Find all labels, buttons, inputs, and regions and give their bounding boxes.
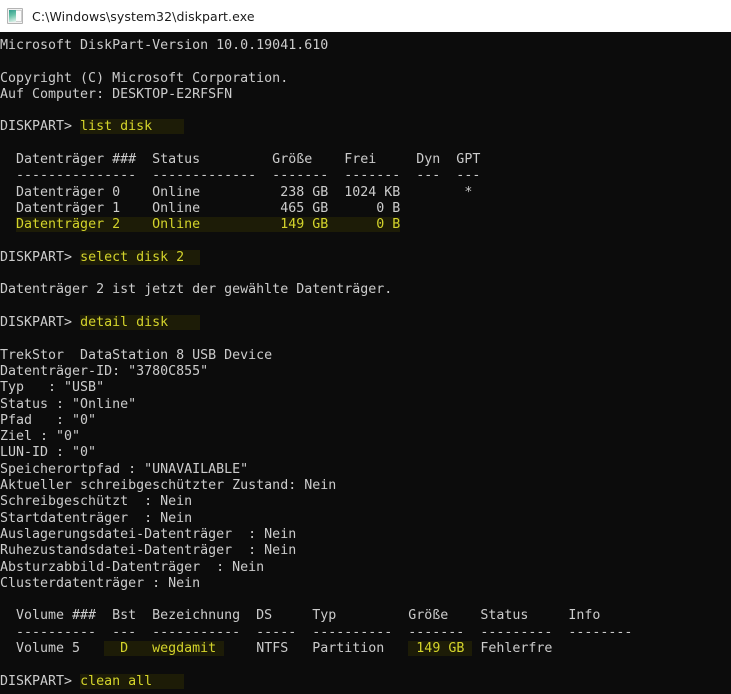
line-text: Volume ### Bst Bezeichnung DS Typ Größe … <box>0 608 601 624</box>
line-text: ---------- --- ----------- ----- -------… <box>0 624 633 640</box>
console-line-pfad: Pfad : "0" <box>0 413 731 429</box>
console-text-area: Microsoft DiskPart-Version 10.0.19041.61… <box>0 32 731 690</box>
console-line-startdt: Startdatenträger : Nein <box>0 511 731 527</box>
line-text: Pfad : "0" <box>0 412 97 428</box>
line-text: Datenträger ### Status Größe Frei Dyn GP… <box>0 152 481 168</box>
line-text: Auslagerungsdatei-Datenträger : Nein <box>0 526 297 542</box>
console-line-vol-row-5: Volume 5 D wegdamit NTFS Partition 149 G… <box>0 640 731 657</box>
console-line-disk-row-0: Datenträger 0 Online 238 GB 1024 KB * <box>0 185 731 201</box>
console-line-copyright: Copyright (C) Microsoft Corporation. <box>0 71 731 87</box>
line-text: Auf Computer: DESKTOP-E2RFSFN <box>0 86 233 102</box>
icon-pane-left <box>9 10 16 22</box>
volume-name: Volume 5 <box>0 640 105 656</box>
line-text: Microsoft DiskPart-Version 10.0.19041.61… <box>0 38 329 53</box>
line-text: TrekStor DataStation 8 USB Device <box>0 347 273 363</box>
line-text: --------------- ------------- ------- --… <box>0 168 481 184</box>
console-line-status: Status : "Online" <box>0 397 731 413</box>
line-text: Ziel : "0" <box>0 429 81 445</box>
console-line-cmd-detail-disk: DISKPART> detail disk <box>0 315 731 331</box>
console-line-blank-8 <box>0 592 731 608</box>
console-line-dev-name: TrekStor DataStation 8 USB Device <box>0 348 731 364</box>
line-text: Datenträger-ID: "3780C855" <box>0 363 209 379</box>
line-text: Datenträger 2 ist jetzt der gewählte Dat… <box>0 282 393 298</box>
console-command: list disk <box>80 119 185 135</box>
console-line-disk-row-2: Datenträger 2 Online 149 GB 0 B <box>0 217 731 233</box>
window-titlebar[interactable]: C:\Windows\system32\diskpart.exe <box>0 0 731 32</box>
console-line-blank-7 <box>0 331 731 347</box>
console-line-disk-row-1: Datenträger 1 Online 465 GB 0 B <box>0 201 731 217</box>
window-title: C:\Windows\system32\diskpart.exe <box>32 8 255 24</box>
console-line-version: Microsoft DiskPart-Version 10.0.19041.61… <box>0 38 731 54</box>
line-text: Datenträger 0 Online 238 GB 1024 KB * <box>0 184 473 200</box>
console-line-blank-1 <box>0 54 731 70</box>
console-line-absturz: Absturzabbild-Datenträger : Nein <box>0 560 731 576</box>
console-line-disk-sep: --------------- ------------- ------- --… <box>0 168 731 184</box>
line-prefix <box>0 217 16 232</box>
volume-letter-label: D wegdamit <box>104 640 225 656</box>
volume-fs-type: NTFS Partition <box>224 640 409 656</box>
volume-status: Fehlerfre <box>472 640 553 656</box>
console-line-cmd-list-disk: DISKPART> list disk <box>0 119 731 135</box>
line-text: LUN-ID : "0" <box>0 445 97 461</box>
console-line-schreibgesch: Schreibgeschützt : Nein <box>0 494 731 510</box>
selected-disk-row: Datenträger 2 Online 149 GB 0 B <box>16 217 401 233</box>
volume-size: 149 GB <box>408 640 473 656</box>
console-command: clean all <box>80 673 185 689</box>
console-command: detail disk <box>80 315 201 331</box>
console-line-blank-2 <box>0 103 731 119</box>
console-line-blank-4 <box>0 234 731 250</box>
line-text: Ruhezustandsdatei-Datenträger : Nein <box>0 543 297 559</box>
line-text: Startdatenträger : Nein <box>0 510 193 526</box>
console-line-computer: Auf Computer: DESKTOP-E2RFSFN <box>0 87 731 103</box>
console-line-disk-hdr: Datenträger ### Status Größe Frei Dyn GP… <box>0 152 731 168</box>
line-text: Typ : "USB" <box>0 380 105 396</box>
console-line-akt-schreib: Aktueller schreibgeschützter Zustand: Ne… <box>0 478 731 494</box>
console-line-blank-9 <box>0 657 731 673</box>
console-line-speicherortpfad: Speicherortpfad : "UNAVAILABLE" <box>0 462 731 478</box>
console-line-blank-3 <box>0 136 731 152</box>
line-text: Clusterdatenträger : Nein <box>0 575 201 591</box>
console-line-ziel: Ziel : "0" <box>0 429 731 445</box>
console-line-vol-sep: ---------- --- ----------- ----- -------… <box>0 625 731 641</box>
console-line-vol-hdr: Volume ### Bst Bezeichnung DS Typ Größe … <box>0 608 731 624</box>
console-prompt: DISKPART> <box>0 315 81 331</box>
line-text: Copyright (C) Microsoft Corporation. <box>0 70 289 86</box>
console-line-selected-msg: Datenträger 2 ist jetzt der gewählte Dat… <box>0 282 731 298</box>
line-text: Schreibgeschützt : Nein <box>0 494 193 510</box>
console-window-icon <box>7 8 23 24</box>
console-line-cmd-clean-all: DISKPART> clean all <box>0 673 731 690</box>
console-command: select disk 2 <box>80 249 201 265</box>
console-line-blank-6 <box>0 299 731 315</box>
line-text: Status : "Online" <box>0 396 137 412</box>
console-line-auslagerung: Auslagerungsdatei-Datenträger : Nein <box>0 527 731 543</box>
line-text: Absturzabbild-Datenträger : Nein <box>0 559 265 575</box>
console-line-ruhezustand: Ruhezustandsdatei-Datenträger : Nein <box>0 543 731 559</box>
line-text: Speicherortpfad : "UNAVAILABLE" <box>0 461 249 477</box>
console-line-typ: Typ : "USB" <box>0 380 731 396</box>
console-surface[interactable]: Microsoft DiskPart-Version 10.0.19041.61… <box>0 32 731 694</box>
console-line-disk-id: Datenträger-ID: "3780C855" <box>0 364 731 380</box>
console-line-cluster: Clusterdatenträger : Nein <box>0 576 731 592</box>
line-text: Datenträger 1 Online 465 GB 0 B <box>0 200 401 216</box>
console-prompt: DISKPART> <box>0 119 81 135</box>
console-line-lun-id: LUN-ID : "0" <box>0 445 731 461</box>
console-prompt: DISKPART> <box>0 249 81 265</box>
line-text: Aktueller schreibgeschützter Zustand: Ne… <box>0 478 337 494</box>
icon-pane-right <box>16 10 22 22</box>
console-line-blank-5 <box>0 266 731 282</box>
console-line-cmd-select-disk: DISKPART> select disk 2 <box>0 249 731 266</box>
console-prompt: DISKPART> <box>0 673 81 689</box>
